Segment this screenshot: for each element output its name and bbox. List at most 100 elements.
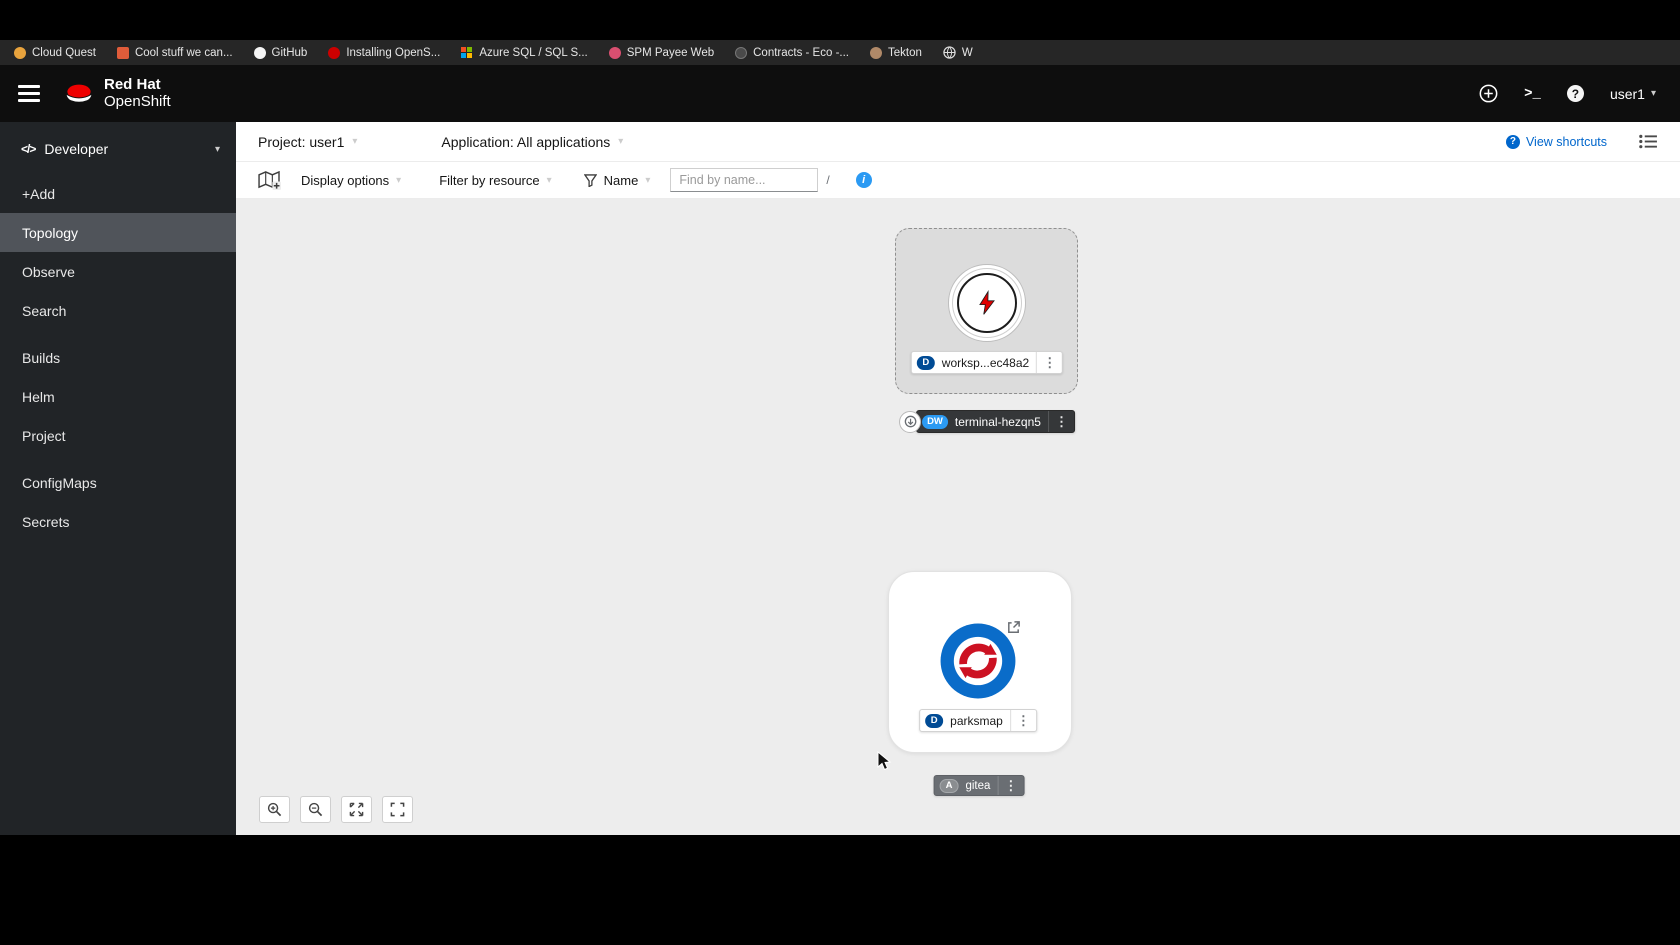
sidebar-item-observe[interactable]: Observe (0, 252, 236, 291)
zoom-in-button[interactable] (259, 796, 290, 823)
bookmark-github[interactable]: GitHub (253, 46, 308, 59)
deployment-badge: D (925, 713, 944, 728)
parksmap-node-label[interactable]: D parksmap ⋮ (919, 709, 1037, 732)
project-selector-label: Project: user1 (258, 133, 345, 150)
brand-line1: Red Hat (104, 76, 161, 93)
screen: Cloud Quest Cool stuff we can... GitHub … (0, 0, 1680, 945)
workspace-node[interactable] (948, 264, 1026, 342)
kebab-menu-icon[interactable]: ⋮ (1011, 713, 1036, 729)
lightning-bolt-icon (979, 290, 995, 315)
bookmark-tekton[interactable]: Tekton (869, 46, 922, 59)
bookmark-favicon (328, 46, 341, 59)
fullscreen-button[interactable] (382, 796, 413, 823)
bookmark-favicon (14, 46, 26, 59)
sidebar-item-topology[interactable]: Topology (0, 213, 236, 252)
redhat-hat-icon (62, 81, 96, 106)
sidebar-item-secrets[interactable]: Secrets (0, 502, 236, 541)
terminal-node-label[interactable]: DW terminal-hezqn5 ⋮ (916, 410, 1075, 433)
perspective-switcher[interactable]: </> Developer ▾ (0, 122, 236, 174)
bookmark-favicon (116, 46, 129, 59)
bookmark-label: Azure SQL / SQL S... (479, 46, 588, 59)
bookmark-favicon (735, 46, 748, 59)
bookmark-label: Tekton (887, 46, 922, 59)
globe-icon (943, 46, 956, 59)
filter-type-dropdown[interactable]: Name ▾ (583, 173, 651, 188)
view-shortcuts-link[interactable]: ? View shortcuts (1505, 134, 1607, 149)
terminal-decorator-icon[interactable] (899, 410, 922, 433)
brand-line2: OpenShift (104, 92, 171, 110)
filter-by-resource-dropdown[interactable]: Filter by resource ▾ (439, 173, 551, 188)
web-terminal-icon[interactable]: >_ (1524, 86, 1541, 102)
bookmark-installing-openshift[interactable]: Installing OpenS... (328, 46, 441, 59)
brand-logo[interactable]: Red Hat OpenShift (62, 76, 171, 110)
workspace-icon (957, 273, 1017, 333)
application-badge: A (939, 778, 959, 793)
username: user1 (1609, 85, 1645, 102)
bookmark-spm-payee[interactable]: SPM Payee Web (608, 46, 714, 59)
browser-bookmarks-bar: Cloud Quest Cool stuff we can... GitHub … (0, 40, 1680, 65)
display-options-dropdown[interactable]: Display options ▾ (301, 173, 401, 188)
filter-by-resource-label: Filter by resource (439, 172, 540, 188)
workspace-label-text: worksp...ec48a2 (941, 355, 1030, 370)
help-icon[interactable]: ? (1566, 85, 1584, 102)
kebab-menu-icon[interactable]: ⋮ (1037, 355, 1062, 371)
bookmark-label: W (961, 46, 973, 59)
user-menu[interactable]: user1 ▾ (1610, 86, 1656, 102)
project-selector[interactable]: Project: user1 ▾ (258, 134, 357, 150)
deployment-badge: D (916, 355, 935, 370)
external-link-icon[interactable] (1006, 620, 1021, 640)
info-icon[interactable]: i (855, 172, 872, 188)
bookmark-contracts[interactable]: Contracts - Eco -... (735, 46, 849, 59)
main-content: Project: user1 ▾ Application: All applic… (236, 122, 1680, 835)
sidebar-item-add[interactable]: +Add (0, 174, 236, 213)
display-options-label: Display options (301, 172, 390, 188)
bookmark-cloud-quest[interactable]: Cloud Quest (14, 46, 96, 59)
chevron-down-icon: ▾ (1650, 88, 1656, 99)
masthead: Red Hat OpenShift >_ ? user1 ▾ (0, 65, 1680, 122)
sidebar-item-configmaps[interactable]: ConfigMaps (0, 463, 236, 502)
bookmark-favicon (869, 46, 882, 59)
sidebar-item-project[interactable]: Project (0, 416, 236, 455)
gitea-label-text: gitea (965, 779, 991, 792)
chevron-down-icon: ▾ (645, 174, 651, 186)
slash-shortcut-hint: / (826, 173, 830, 187)
application-selector[interactable]: Application: All applications ▾ (441, 134, 623, 150)
quick-create-plus-icon[interactable] (1479, 84, 1498, 103)
find-by-name-input[interactable] (670, 168, 819, 192)
chevron-down-icon: ▾ (352, 136, 358, 147)
kebab-menu-icon[interactable]: ⋮ (998, 778, 1023, 794)
bookmark-label: Cloud Quest (32, 46, 96, 59)
topology-view-icon[interactable] (258, 170, 281, 190)
brand-text: Red Hat OpenShift (104, 76, 171, 110)
bookmark-cool-stuff[interactable]: Cool stuff we can... (116, 46, 233, 59)
bookmark-label: GitHub (271, 46, 308, 59)
mouse-cursor (877, 750, 893, 778)
github-icon (253, 46, 266, 59)
microsoft-grid-icon (461, 46, 473, 59)
sidebar-item-search[interactable]: Search (0, 291, 236, 330)
bookmark-azure-sql[interactable]: Azure SQL / SQL S... (461, 46, 588, 59)
zoom-out-button[interactable] (300, 796, 331, 823)
sidebar-item-builds[interactable]: Builds (0, 338, 236, 377)
gitea-node-label[interactable]: A gitea ⋮ (933, 775, 1025, 796)
topology-canvas[interactable]: D worksp...ec48a2 ⋮ DW terminal-hezqn5 ⋮ (236, 199, 1680, 835)
list-view-toggle-icon[interactable] (1639, 134, 1658, 149)
bookmark-label: Installing OpenS... (346, 46, 441, 59)
workspace-node-label[interactable]: D worksp...ec48a2 ⋮ (910, 351, 1064, 374)
kebab-menu-icon[interactable]: ⋮ (1049, 414, 1074, 430)
terminal-node[interactable]: DW terminal-hezqn5 ⋮ (899, 410, 1075, 433)
letterbox-bottom (0, 835, 1680, 945)
chevron-down-icon: ▾ (396, 174, 402, 186)
fit-to-screen-button[interactable] (341, 796, 372, 823)
view-shortcuts-label: View shortcuts (1525, 134, 1607, 149)
chevron-down-icon: ▾ (618, 136, 624, 147)
sidebar-item-helm[interactable]: Helm (0, 377, 236, 416)
bookmark-label: Cool stuff we can... (134, 46, 233, 59)
zoom-controls (259, 796, 413, 823)
perspective-label: Developer (44, 141, 109, 157)
nav-toggle-hamburger-icon[interactable] (18, 85, 40, 102)
terminal-label-text: terminal-hezqn5 (954, 414, 1041, 429)
chevron-down-icon: ▾ (546, 174, 552, 186)
application-selector-label: Application: All applications (441, 133, 611, 150)
bookmark-w[interactable]: W (943, 46, 973, 59)
